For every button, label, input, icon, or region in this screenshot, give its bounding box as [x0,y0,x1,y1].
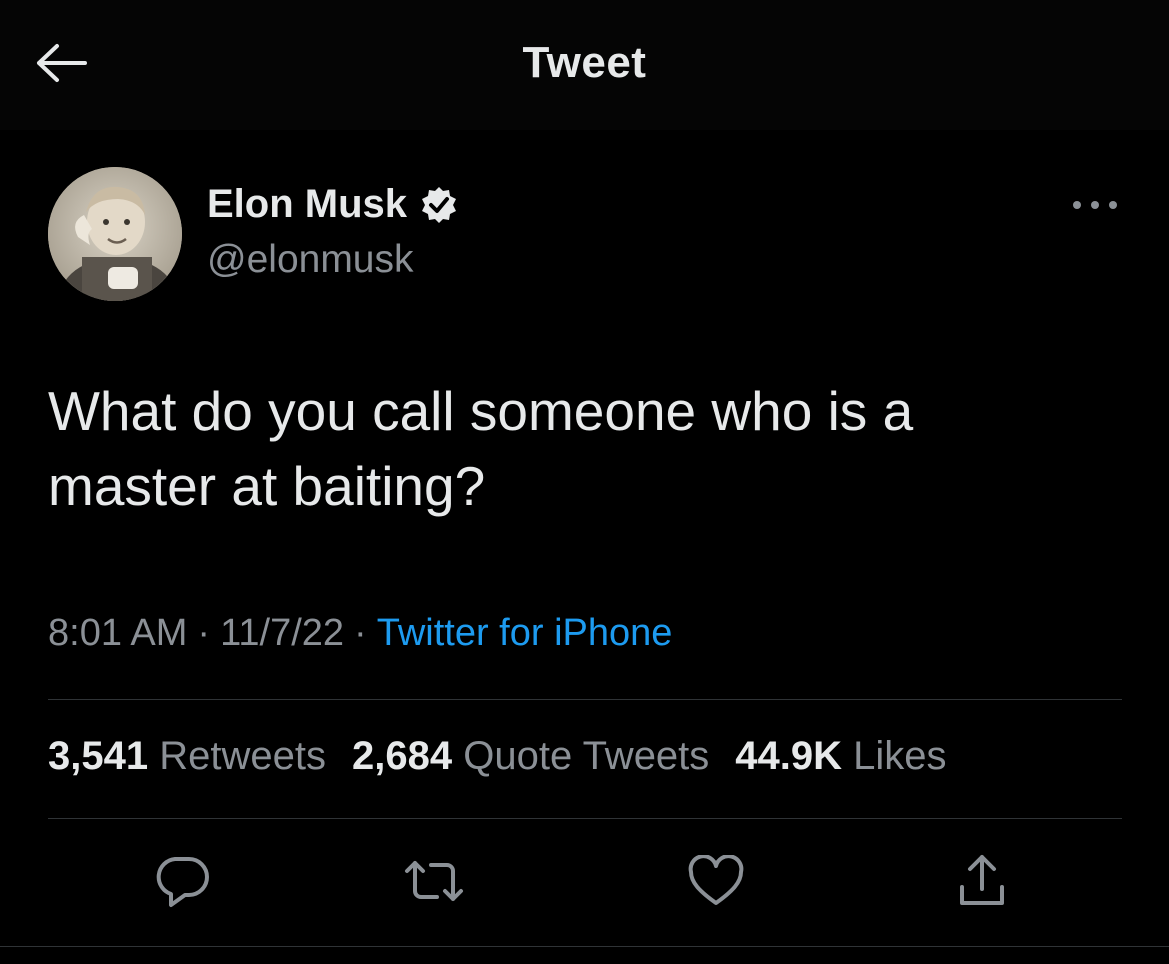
tweet-date[interactable]: 11/7/22 [220,612,344,654]
meta-separator: · [197,612,211,654]
quote-tweets-label: Quote Tweets [463,734,710,778]
tweet-text-line: What do you call someone who is a [48,380,914,442]
quote-tweets-stat[interactable]: 2,684 Quote Tweets [352,734,709,779]
tweet-source-link[interactable]: Twitter for iPhone [377,612,673,654]
ellipsis-icon [1071,198,1119,216]
like-button[interactable] [686,853,746,913]
divider [48,818,1122,819]
likes-count: 44.9K [735,734,843,778]
retweets-label: Retweets [159,734,326,778]
quote-tweets-count: 2,684 [351,734,453,778]
more-options-button[interactable] [1070,192,1120,222]
like-icon [687,853,745,912]
tweet-detail-page: Tweet Elon Musk @elonmusk What do you ca… [0,0,1169,964]
retweet-icon [403,857,465,910]
reply-button[interactable] [152,853,212,913]
author-handle[interactable]: @elonmusk [207,238,414,282]
retweets-stat[interactable]: 3,541 Retweets [48,734,326,779]
likes-label: Likes [853,734,947,778]
likes-stat[interactable]: 44.9K Likes [735,734,946,779]
divider [48,699,1122,700]
share-icon [956,853,1008,914]
tweet-time[interactable]: 8:01 AM [48,612,187,654]
tweet-stats: 3,541 Retweets 2,684 Quote Tweets 44.9K … [48,734,947,779]
avatar[interactable] [48,167,182,301]
retweet-button[interactable] [404,853,464,913]
divider [0,946,1169,947]
tweet-text-line: master at baiting? [48,455,486,517]
verified-badge-icon [419,185,459,225]
meta-separator: · [354,612,367,654]
retweets-count: 3,541 [48,734,149,778]
page-title: Tweet [522,38,647,87]
tweet-meta: 8:01 AM · 11/7/22 · Twitter for iPhone [48,612,672,655]
author-name-row[interactable]: Elon Musk [207,182,459,227]
author-name[interactable]: Elon Musk [207,182,407,227]
share-button[interactable] [952,853,1012,913]
tweet-text: What do you call someone who is a master… [48,374,1108,524]
reply-icon [153,853,211,914]
top-bar: Tweet [0,0,1169,130]
